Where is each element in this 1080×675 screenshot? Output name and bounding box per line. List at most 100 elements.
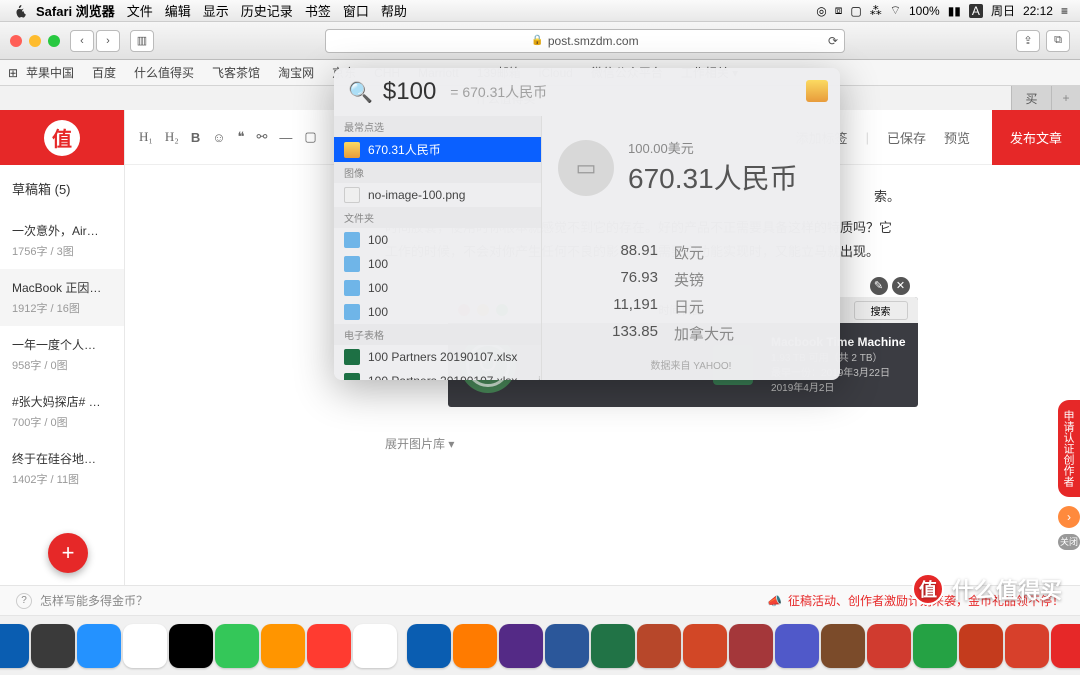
menu-history[interactable]: 历史记录	[241, 1, 293, 20]
spotlight-result-row[interactable]: 100	[334, 276, 541, 300]
dock-app[interactable]	[215, 624, 259, 668]
tab[interactable]: 买	[1012, 86, 1052, 110]
lock-icon: 🔒	[531, 35, 543, 46]
spotlight-result-row[interactable]: 100	[334, 300, 541, 324]
bookmark-item[interactable]: 飞客茶馆	[212, 64, 260, 81]
dock-app[interactable]	[499, 624, 543, 668]
rate-row: 133.85加拿大元	[558, 320, 824, 347]
quote-button[interactable]: ❝	[238, 129, 245, 145]
spotlight-result-row[interactable]: 100	[334, 252, 541, 276]
img-delete-icon[interactable]: ✕	[892, 277, 910, 295]
tabs-button[interactable]: ⧉	[1046, 30, 1070, 52]
link-button[interactable]: ⚯	[257, 129, 268, 145]
minimize-button[interactable]	[29, 35, 41, 47]
dock-app[interactable]	[31, 624, 75, 668]
draft-item[interactable]: MacBook 正因…1912字 / 16图	[0, 269, 124, 326]
site-logo[interactable]: 值	[0, 110, 124, 165]
airplay-icon[interactable]: ▢	[850, 4, 861, 18]
spotlight-section-header: 最常点选	[334, 116, 541, 137]
h1-button[interactable]: H₁	[139, 129, 153, 145]
bookmark-item[interactable]: 什么值得买	[134, 64, 194, 81]
dock-app[interactable]	[77, 624, 121, 668]
spotlight-result-row[interactable]: 100 Partners 20190107.xlsx	[334, 345, 541, 369]
address-bar[interactable]: 🔒 post.smzdm.com ⟳	[325, 29, 845, 53]
dropbox-icon[interactable]: ⧈	[835, 3, 843, 18]
bold-button[interactable]: B	[191, 130, 200, 145]
divider-button[interactable]: —	[279, 130, 292, 145]
menu-help[interactable]: 帮助	[381, 1, 407, 20]
dock-app[interactable]	[729, 624, 773, 668]
bookmark-item[interactable]: 苹果中国	[26, 64, 74, 81]
dock-app[interactable]	[867, 624, 911, 668]
rate-row: 88.91欧元	[558, 239, 824, 266]
menu-bookmarks[interactable]: 书签	[305, 1, 331, 20]
wifi-icon[interactable]: ⌔	[890, 3, 901, 18]
close-button[interactable]	[10, 35, 22, 47]
preview-button[interactable]: 预览	[944, 128, 970, 147]
draft-item[interactable]: 一年一度个人…958字 / 0图	[0, 326, 124, 383]
dock-app[interactable]	[353, 624, 397, 668]
dock-app[interactable]	[453, 624, 497, 668]
share-button[interactable]: ⇪	[1016, 30, 1040, 52]
input-method[interactable]: A	[969, 4, 983, 18]
reload-icon[interactable]: ⟳	[828, 34, 838, 48]
draft-item[interactable]: #张大妈探店# …700字 / 0图	[0, 383, 124, 440]
bluetooth-icon[interactable]: ⁂	[870, 4, 882, 18]
dock-app[interactable]	[545, 624, 589, 668]
help-icon[interactable]: ?	[16, 593, 32, 609]
dock-app[interactable]	[0, 624, 29, 668]
topsites-icon[interactable]: ⊞	[8, 66, 18, 80]
dock-app[interactable]	[261, 624, 305, 668]
creator-arrow-icon[interactable]: ›	[1058, 506, 1080, 528]
cny-amount: 670.31人民币	[628, 157, 798, 197]
menu-window[interactable]: 窗口	[343, 1, 369, 20]
spotlight-result-row[interactable]: 100 Partners 20190107.xlsx— iClou…	[334, 369, 541, 380]
footer-left[interactable]: 怎样写能多得金币？	[40, 592, 148, 609]
menu-file[interactable]: 文件	[127, 1, 153, 20]
draft-item[interactable]: 一次意外，Air…1756字 / 3图	[0, 212, 124, 269]
spotlight-result-row[interactable]: 670.31人民币	[334, 137, 541, 162]
dock-app[interactable]	[307, 624, 351, 668]
dock-app[interactable]	[591, 624, 635, 668]
search-icon: 🔍	[348, 80, 373, 105]
zoom-button[interactable]	[48, 35, 60, 47]
draft-item[interactable]: 终于在硅谷地…1402字 / 11图	[0, 440, 124, 497]
dock-app[interactable]	[1005, 624, 1049, 668]
dock-app[interactable]	[775, 624, 819, 668]
dock-app[interactable]	[407, 624, 451, 668]
notif-icon[interactable]: ≡	[1061, 4, 1068, 18]
forward-button[interactable]: ›	[96, 30, 120, 52]
spotlight-section-header: 文件夹	[334, 207, 541, 228]
dock-app[interactable]	[637, 624, 681, 668]
bookmark-item[interactable]: 百度	[92, 64, 116, 81]
dock-app[interactable]	[1051, 624, 1080, 668]
h2-button[interactable]: H₂	[165, 129, 179, 145]
bookmark-item[interactable]: 淘宝网	[278, 64, 314, 81]
creator-badge[interactable]: 申请认证创作者	[1058, 400, 1080, 497]
dock-app[interactable]	[959, 624, 1003, 668]
spotlight-result-row[interactable]: no-image-100.png	[334, 183, 541, 207]
dock-app[interactable]	[169, 624, 213, 668]
spotlight-search[interactable]: 🔍 $100 = 670.31人民币	[334, 68, 840, 116]
dock-app[interactable]	[913, 624, 957, 668]
folder-icon	[344, 256, 360, 272]
app-name[interactable]: Safari 浏览器	[36, 1, 115, 20]
img-edit-icon[interactable]: ✎	[870, 277, 888, 295]
new-tab-button[interactable]: +	[1052, 86, 1080, 110]
creator-close[interactable]: 关闭	[1058, 534, 1080, 550]
dock-app[interactable]	[821, 624, 865, 668]
back-button[interactable]: ‹	[70, 30, 94, 52]
menu-edit[interactable]: 编辑	[165, 1, 191, 20]
new-post-button[interactable]: +	[48, 533, 88, 573]
expand-gallery[interactable]: 展开图片库 ▾	[125, 435, 1080, 452]
sidebar-button[interactable]: ▥	[130, 30, 154, 52]
dock-app[interactable]	[683, 624, 727, 668]
menu-view[interactable]: 显示	[203, 1, 229, 20]
dock-app[interactable]	[123, 624, 167, 668]
emoji-button[interactable]: ☺	[212, 130, 225, 145]
image-button[interactable]: ▢	[304, 129, 316, 145]
time[interactable]: 22:12	[1023, 4, 1053, 18]
spotlight-result-row[interactable]: 100	[334, 228, 541, 252]
date[interactable]: 周日	[991, 2, 1015, 19]
publish-button[interactable]: 发布文章	[992, 110, 1080, 165]
